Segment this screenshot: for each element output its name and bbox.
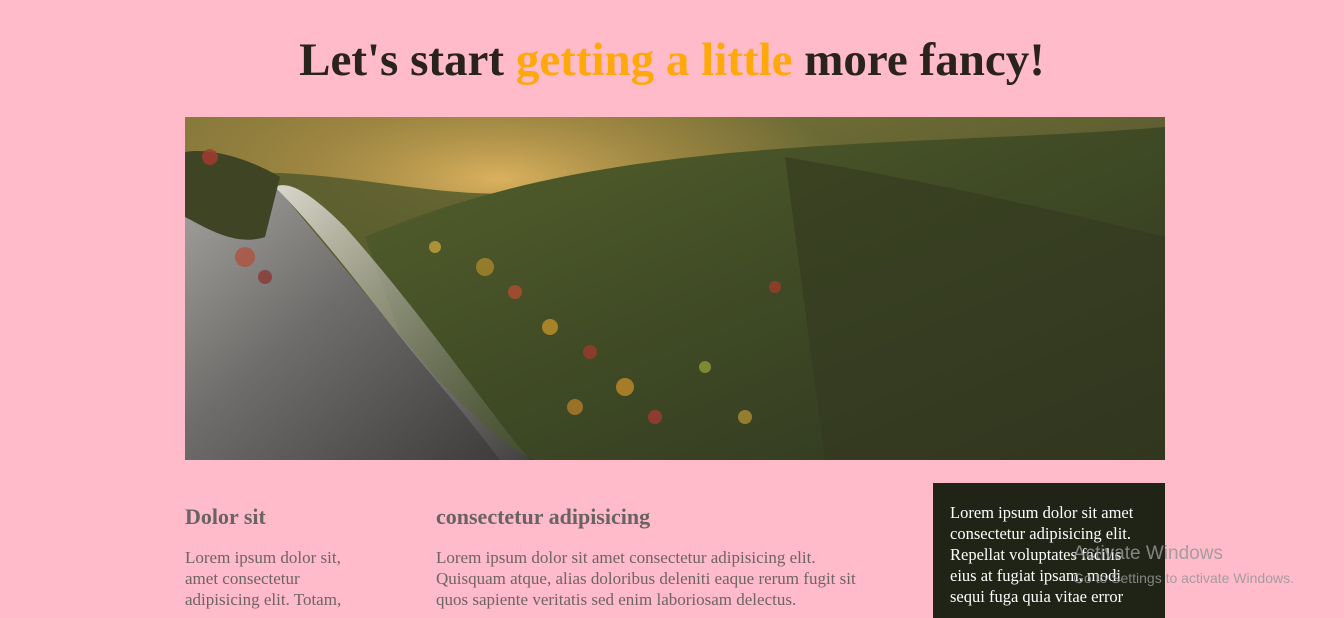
column-heading: Dolor sit [185, 504, 266, 529]
column-dolor-sit: Dolor sit Lorem ipsum dolor sit, amet co… [185, 504, 375, 610]
aside-body: Lorem ipsum dolor sit amet consectetur a… [950, 503, 1134, 606]
column-body: Lorem ipsum dolor sit amet consectetur a… [436, 548, 856, 609]
hero-image [185, 117, 1165, 460]
title-text-accent: getting a little [515, 34, 793, 86]
aside-box: Lorem ipsum dolor sit amet consectetur a… [933, 483, 1165, 618]
title-text-end: more fancy! [792, 34, 1045, 86]
column-consectetur: consectetur adipisicing Lorem ipsum dolo… [436, 504, 876, 610]
title-text-start: Let's start [299, 34, 516, 86]
column-body: Lorem ipsum dolor sit, amet consectetur … [185, 548, 342, 609]
page-title: Let's start getting a little more fancy! [0, 32, 1344, 88]
column-heading: consectetur adipisicing [436, 504, 651, 529]
